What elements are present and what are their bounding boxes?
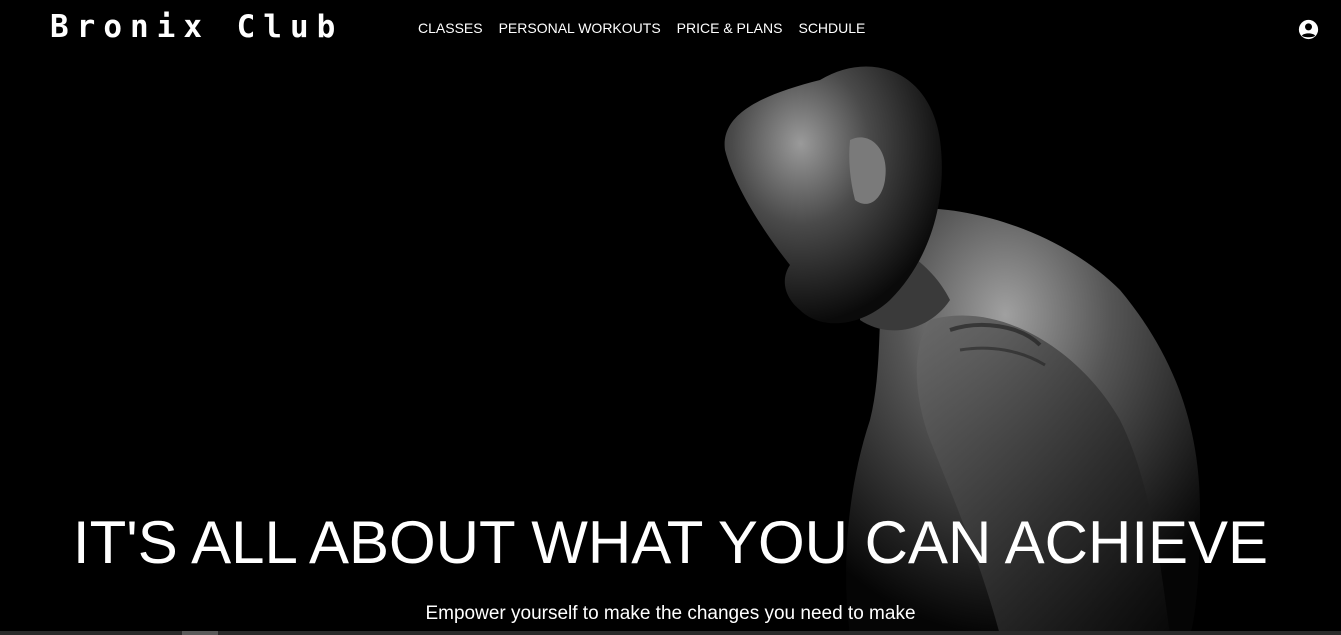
brand-logo[interactable]: Bronix Club <box>50 9 343 45</box>
hero-subline: Empower yourself to make the changes you… <box>425 603 916 624</box>
main-nav: CLASSES PERSONAL WORKOUTS PRICE & PLANS … <box>418 20 865 36</box>
user-circle-icon[interactable] <box>1298 19 1319 40</box>
hero-headline: IT'S ALL ABOUT WHAT YOU CAN ACHIEVE <box>72 509 1269 576</box>
scrollbar-thumb[interactable] <box>182 631 218 635</box>
nav-link-price-plans[interactable]: PRICE & PLANS <box>677 20 783 36</box>
nav-link-personal-workouts[interactable]: PERSONAL WORKOUTS <box>499 20 661 36</box>
top-navbar: Bronix Club CLASSES PERSONAL WORKOUTS PR… <box>0 0 1341 56</box>
nav-link-schedule[interactable]: SCHDULE <box>798 20 865 36</box>
nav-link-classes[interactable]: CLASSES <box>418 20 483 36</box>
